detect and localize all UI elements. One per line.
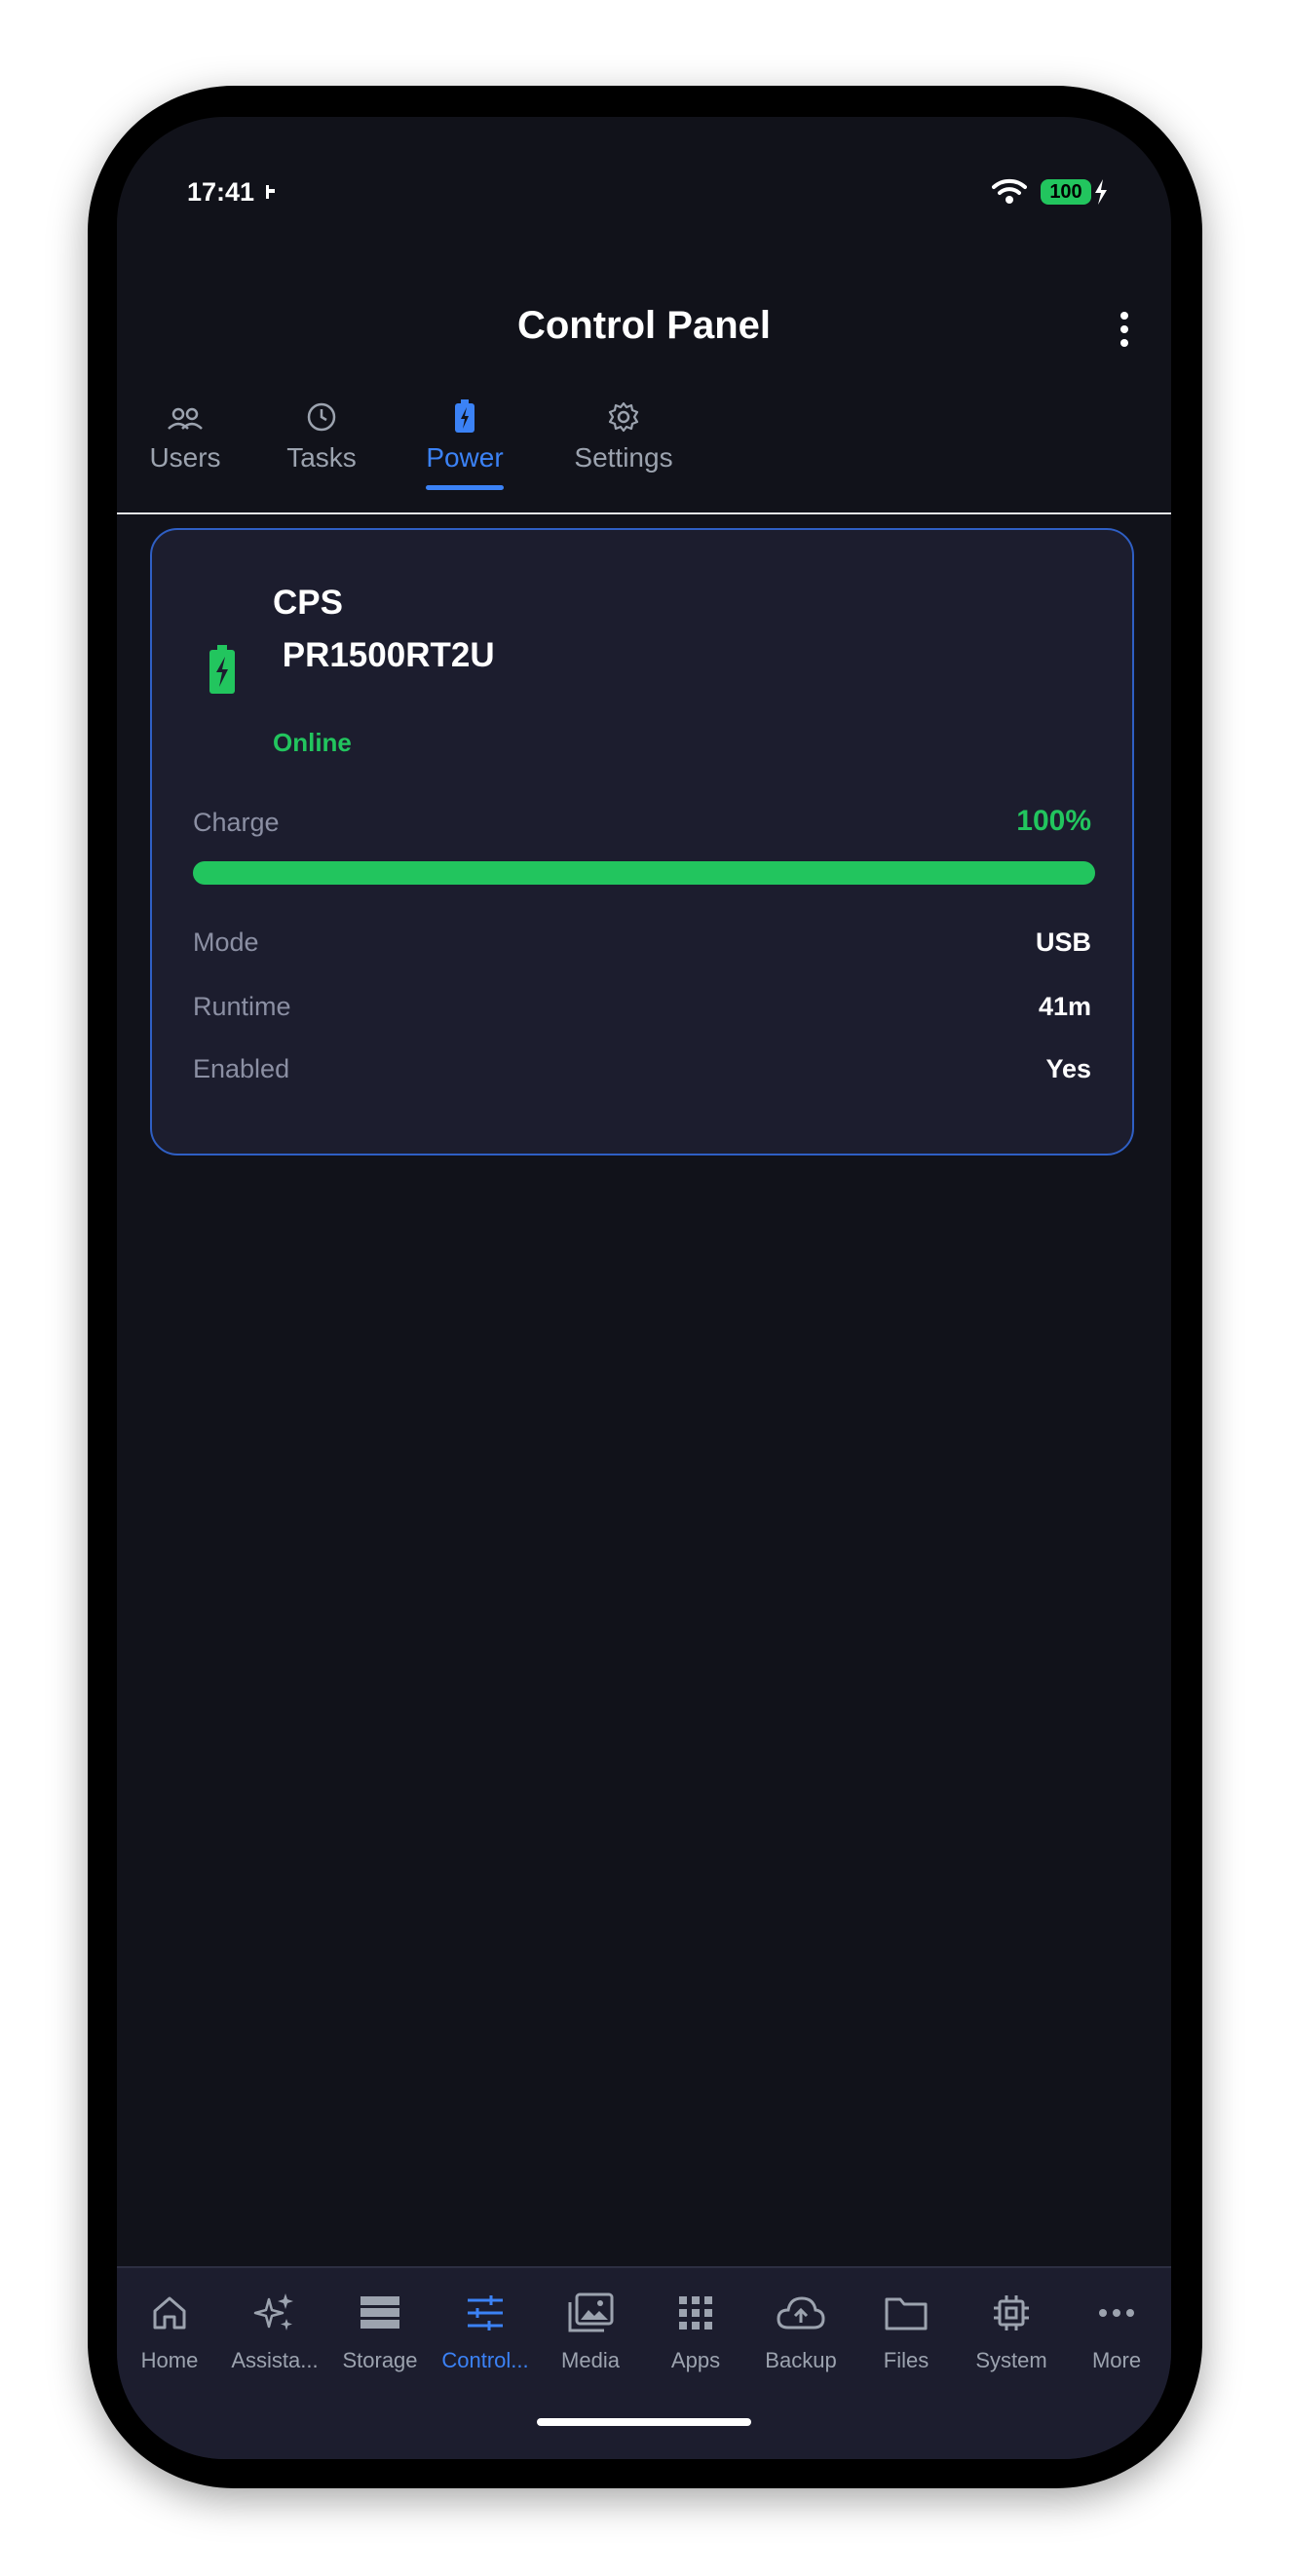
device-name: CPS PR1500RT2U: [273, 584, 495, 674]
battery-icon: [455, 399, 474, 433]
nav-label: Apps: [670, 2348, 721, 2372]
tab-label: Users: [149, 442, 221, 473]
charge-label: Charge: [193, 808, 280, 837]
tab-tasks[interactable]: Tasks: [283, 392, 360, 512]
chip-icon: [994, 2295, 1029, 2330]
home-icon: [153, 2296, 186, 2330]
charge-value: 100%: [1016, 805, 1091, 837]
runtime-label: Runtime: [193, 992, 291, 1021]
nav-media[interactable]: Media: [538, 2290, 643, 2373]
app-screen: 17:41 100 Control Panel Users Tasks Powe…: [117, 117, 1171, 2459]
sliders-icon: [468, 2295, 503, 2330]
nav-label: Home: [140, 2348, 199, 2372]
nav-label: System: [975, 2348, 1047, 2372]
tab-label: Settings: [574, 442, 673, 473]
wifi-icon: [992, 178, 1027, 204]
cloud-upload-icon: [777, 2296, 825, 2330]
nav-control-panel[interactable]: Control...: [433, 2290, 538, 2373]
nav-assistant[interactable]: Assista...: [222, 2290, 327, 2373]
nav-more[interactable]: More: [1064, 2290, 1169, 2373]
status-badge: Online: [273, 728, 352, 757]
enabled-value: Yes: [1045, 1054, 1091, 1083]
nav-system[interactable]: System: [959, 2290, 1064, 2373]
charging-bolt-icon: [1095, 179, 1107, 205]
tab-label: Power: [426, 442, 504, 473]
nav-backup[interactable]: Backup: [748, 2290, 854, 2373]
mode-value: USB: [1035, 928, 1091, 957]
active-tab-indicator: [426, 485, 504, 490]
nav-label: Files: [883, 2348, 930, 2372]
tab-power[interactable]: Power: [421, 392, 509, 512]
apps-grid-icon: [679, 2296, 712, 2330]
battery-charging-icon: [209, 645, 235, 694]
battery-level-text: 100: [1049, 180, 1082, 203]
ups-card[interactable]: CPS PR1500RT2U Online Charge 100% Mode U…: [150, 528, 1134, 1155]
nav-storage[interactable]: Storage: [327, 2290, 433, 2373]
gear-icon: [608, 401, 639, 433]
storage-icon: [360, 2296, 399, 2329]
nav-label: Backup: [765, 2348, 837, 2372]
runtime-value: 41m: [1038, 992, 1091, 1021]
status-bar: 17:41 100: [117, 117, 1171, 273]
nav-apps[interactable]: Apps: [643, 2290, 748, 2373]
page-title: Control Panel: [516, 304, 772, 347]
enabled-label: Enabled: [193, 1054, 290, 1083]
status-time: 17:41: [187, 177, 255, 207]
tab-settings[interactable]: Settings: [567, 392, 680, 512]
sparkles-icon: [253, 2293, 293, 2330]
charge-progress-fill: [193, 861, 1095, 885]
nav-label: Control...: [441, 2348, 529, 2372]
tab-label: Tasks: [286, 442, 357, 473]
nav-label: Storage: [342, 2348, 418, 2372]
nav-files[interactable]: Files: [854, 2290, 959, 2373]
charge-progress-bar: [193, 861, 1095, 885]
battery-level-badge: 100: [1041, 179, 1091, 205]
notification-icon: [266, 185, 275, 199]
nav-home[interactable]: Home: [117, 2290, 222, 2373]
more-horiz-icon: [1099, 2309, 1134, 2317]
more-vert-icon[interactable]: [1119, 312, 1130, 351]
folder-icon: [885, 2297, 928, 2330]
nav-label: Assista...: [231, 2348, 319, 2372]
bottom-navigation: Home Assista... Storage Control... Media…: [117, 2266, 1171, 2459]
nav-label: More: [1091, 2348, 1142, 2372]
nav-label: Media: [561, 2348, 620, 2372]
home-indicator[interactable]: [537, 2418, 751, 2426]
users-icon: [168, 407, 203, 430]
mode-label: Mode: [193, 928, 259, 957]
media-icon: [568, 2292, 614, 2332]
clock-icon: [307, 402, 336, 432]
tab-users[interactable]: Users: [146, 392, 224, 512]
tab-bar: Users Tasks Power Settings: [117, 392, 1171, 514]
